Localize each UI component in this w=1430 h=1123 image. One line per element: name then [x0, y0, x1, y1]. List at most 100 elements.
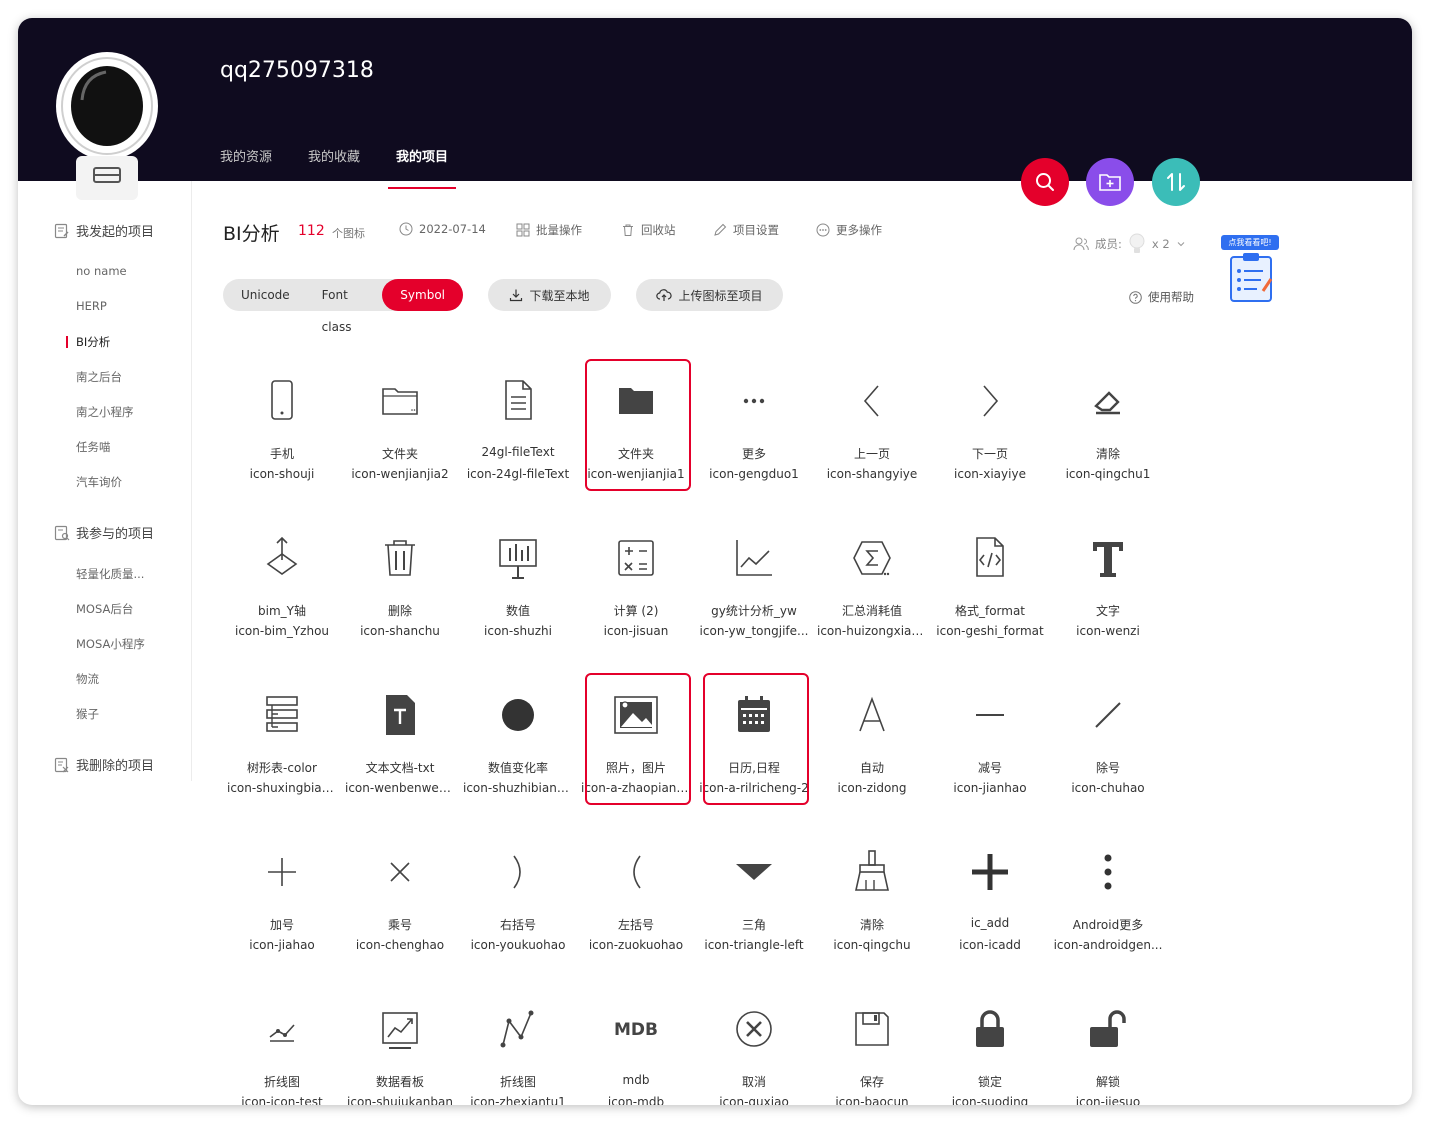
icon-card[interactable]: 加号 icon-jiahao	[223, 832, 341, 972]
plus-thin-icon	[223, 848, 341, 896]
icon-card-name: 手机	[269, 447, 294, 461]
icon-card[interactable]: MDB mdb icon-mdb	[577, 989, 695, 1105]
icon-card[interactable]: ic_add icon-icadd	[931, 832, 1049, 972]
icon-card[interactable]: 数值变化率 icon-shuzhibianh...	[459, 675, 577, 815]
icon-card[interactable]: 右括号 icon-youkuohao	[459, 832, 577, 972]
icon-card-name: mdb	[622, 1073, 650, 1087]
icon-card[interactable]: 数值 icon-shuzhi	[459, 518, 577, 658]
tab-my-projects[interactable]: 我的项目	[388, 146, 457, 189]
sidebar-group-label: 我删除的项目	[76, 759, 155, 774]
icon-card[interactable]: Android更多 icon-androidgen...	[1049, 832, 1167, 972]
sidebar-item-no-name[interactable]: no name	[76, 264, 127, 278]
tab-my-favorites[interactable]: 我的收藏	[308, 146, 360, 181]
icon-card[interactable]: 乘号 icon-chenghao	[341, 832, 459, 972]
icon-card[interactable]: 删除 icon-shanchu	[341, 518, 459, 658]
lock-icon	[931, 1005, 1049, 1053]
sidebar-item-bi[interactable]: BI分析	[65, 334, 110, 350]
icon-card[interactable]: 清除 icon-qingchu1	[1049, 361, 1167, 501]
save-icon	[813, 1005, 931, 1053]
sidebar-item-nanzhi-miniapp[interactable]: 南之小程序	[76, 404, 134, 420]
sidebar-item-nanzhi-admin[interactable]: 南之后台	[76, 369, 122, 385]
icon-card[interactable]: 手机 icon-shouji	[223, 361, 341, 501]
sort-button[interactable]	[1152, 158, 1200, 206]
font-class-tab[interactable]: Font class	[308, 279, 383, 334]
sidebar-item-monkey[interactable]: 猴子	[76, 706, 99, 722]
icon-card-name: ic_add	[970, 916, 1010, 930]
sidebar-item-herp[interactable]: HERP	[76, 299, 107, 313]
search-button[interactable]	[1021, 158, 1069, 206]
new-project-button[interactable]	[1086, 158, 1134, 206]
code-file-icon	[931, 534, 1049, 582]
icon-card-name: 自动	[859, 761, 884, 775]
sidebar-group-joined[interactable]: 我参与的项目	[54, 523, 154, 542]
icon-card[interactable]: 除号 icon-chuhao	[1049, 675, 1167, 815]
sidebar-item-mosa-miniapp[interactable]: MOSA小程序	[76, 636, 145, 652]
symbol-tab[interactable]: Symbol	[382, 279, 463, 311]
polyline-icon	[459, 1005, 577, 1053]
tab-my-resources[interactable]: 我的资源	[220, 146, 272, 181]
icon-card[interactable]: 折线图 icon-icon-test	[223, 989, 341, 1105]
project-sidebar: 我发起的项目 no name HERP BI分析 南之后台 南之小程序 任务喵 …	[18, 181, 192, 781]
icon-card[interactable]: 取消 icon-quxiao	[695, 989, 813, 1105]
icon-card[interactable]: 格式_format icon-geshi_format	[931, 518, 1049, 658]
dashboard-chart-icon	[341, 1005, 459, 1053]
sidebar-group-started[interactable]: 我发起的项目	[54, 221, 154, 240]
project-settings-button[interactable]: 项目设置	[713, 222, 779, 238]
icon-card[interactable]: 自动 icon-zidong	[813, 675, 931, 815]
icon-card[interactable]: 数据看板 icon-shujukanban	[341, 989, 459, 1105]
batch-operation-button[interactable]: 批量操作	[516, 222, 582, 238]
icon-card-name: 锁定	[977, 1075, 1002, 1089]
upload-button[interactable]: 上传图标至项目	[636, 279, 783, 311]
sidebar-item-logistics[interactable]: 物流	[76, 671, 99, 687]
member-avatar-icon	[1129, 233, 1145, 253]
icon-card[interactable]: 锁定 icon-suoding	[931, 989, 1049, 1105]
icon-card-name: 文本文档-txt	[365, 761, 435, 775]
edit-list-icon	[54, 223, 69, 238]
promo-badge[interactable]: 点我看看吧!	[1221, 235, 1283, 307]
members-info[interactable]: 成员: x 2	[1073, 233, 1186, 255]
icon-card[interactable]: 文字 icon-wenzi	[1049, 518, 1167, 658]
icon-card[interactable]: 下一页 icon-xiayiye	[931, 361, 1049, 501]
calendar-icon	[695, 691, 813, 739]
cloud-upload-icon	[656, 289, 673, 301]
icon-card-name: 下一页	[971, 447, 1008, 461]
unicode-tab[interactable]: Unicode	[223, 279, 308, 311]
icon-card[interactable]: 三角 icon-triangle-left	[695, 832, 813, 972]
icon-card[interactable]: 汇总消耗值 icon-huizongxiao...	[813, 518, 931, 658]
search-icon	[1036, 173, 1054, 191]
sidebar-item-mosa-admin[interactable]: MOSA后台	[76, 601, 133, 617]
icon-card[interactable]: 文本文档-txt icon-wenbenwen...	[341, 675, 459, 815]
icon-card[interactable]: 减号 icon-jianhao	[931, 675, 1049, 815]
icon-card[interactable]: 计算 (2) icon-jisuan	[577, 518, 695, 658]
folder-outline-icon	[341, 377, 459, 425]
icon-card[interactable]: 文件夹 icon-wenjianjia2	[341, 361, 459, 501]
icon-card[interactable]: 折线图 icon-zhexiantu1	[459, 989, 577, 1105]
small-line-chart-icon	[223, 1005, 341, 1053]
more-operations-button[interactable]: 更多操作	[816, 222, 882, 238]
icon-card[interactable]: 保存 icon-baocun	[813, 989, 931, 1105]
icon-card[interactable]: 树形表-color icon-shuxingbiao...	[223, 675, 341, 815]
help-link[interactable]: 使用帮助	[1129, 289, 1194, 305]
sidebar-item-task-cat[interactable]: 任务喵	[76, 439, 111, 455]
sidebar-item-car-inquiry[interactable]: 汽车询价	[76, 474, 122, 490]
icon-card[interactable]: 24gl-fileText icon-24gl-fileText	[459, 361, 577, 501]
icon-card[interactable]: bim_Y轴 icon-bim_Yzhou	[223, 518, 341, 658]
icon-card[interactable]: 左括号 icon-zuokuohao	[577, 832, 695, 972]
icon-card-code: icon-wenjianjia2	[351, 467, 449, 481]
icon-card[interactable]: 清除 icon-qingchu	[813, 832, 931, 972]
download-label: 下载至本地	[529, 288, 590, 303]
sidebar-item-quality[interactable]: 轻量化质量...	[76, 566, 144, 582]
astronaut-avatar	[56, 52, 158, 200]
triangle-down-icon	[695, 848, 813, 896]
sidebar-group-deleted[interactable]: 我删除的项目	[54, 755, 154, 774]
icon-card[interactable]: 日历,日程 icon-a-rilricheng-2	[695, 675, 813, 815]
icon-card[interactable]: gy统计分析_yw icon-yw_tongjife...	[695, 518, 813, 658]
icon-card[interactable]: 解锁 icon-jiesuo	[1049, 989, 1167, 1105]
icon-card-name: 加号	[269, 918, 294, 932]
download-button[interactable]: 下载至本地	[488, 279, 611, 311]
icon-card[interactable]: 更多 icon-gengduo1	[695, 361, 813, 501]
recycle-bin-button[interactable]: 回收站	[621, 222, 676, 238]
icon-card[interactable]: 上一页 icon-shangyiye	[813, 361, 931, 501]
icon-card[interactable]: 照片，图片 icon-a-zhaopiant...	[577, 675, 695, 815]
icon-card[interactable]: 文件夹 icon-wenjianjia1	[577, 361, 695, 501]
